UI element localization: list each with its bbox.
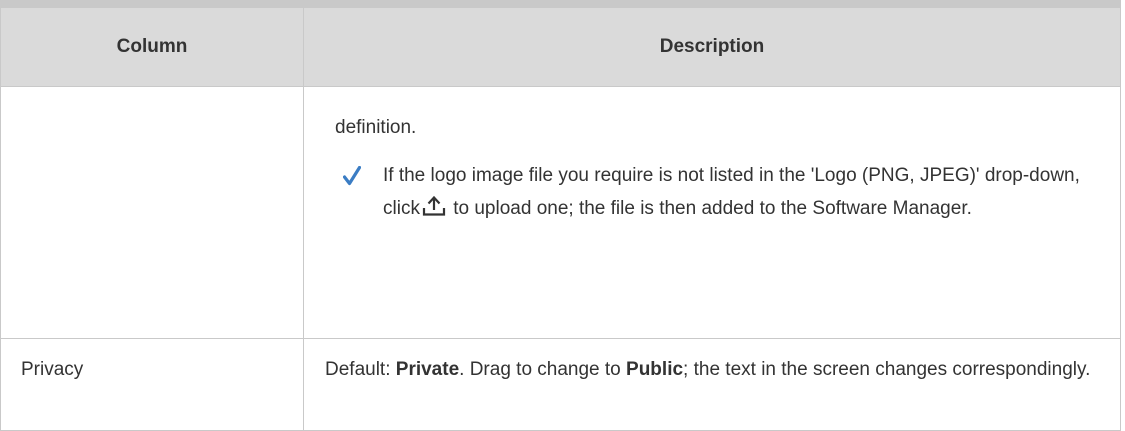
- description-cell-privacy: Default: Private. Drag to change to Publ…: [303, 338, 1121, 431]
- privacy-desc-part1: Default:: [325, 359, 396, 380]
- checkmark-icon: [335, 159, 383, 192]
- table-row: Privacy Default: Private. Drag to change…: [0, 338, 1121, 431]
- privacy-desc-part3: ; the text in the screen changes corresp…: [683, 359, 1091, 380]
- description-header: Description: [303, 0, 1121, 87]
- tip-text-after: to upload one; the file is then added to…: [447, 198, 972, 219]
- upload-icon: [422, 195, 446, 228]
- table-row: definition. If the logo image file you r…: [0, 86, 1121, 339]
- privacy-default-value: Private: [395, 359, 460, 380]
- tip-text: If the logo image file you require is no…: [383, 159, 1120, 228]
- tip-note: If the logo image file you require is no…: [335, 159, 1120, 228]
- description-cell: definition. If the logo image file you r…: [303, 86, 1121, 339]
- column-header: Column: [0, 0, 304, 87]
- definition-text: definition.: [335, 117, 417, 138]
- privacy-desc-part2: . Drag to change to: [459, 359, 627, 380]
- column-cell-privacy: Privacy: [0, 338, 304, 431]
- header-row: Column Description: [0, 0, 1121, 87]
- privacy-alt-value: Public: [626, 359, 684, 380]
- column-cell: [0, 86, 304, 339]
- reference-table: Column Description definition. If the lo…: [0, 0, 1121, 431]
